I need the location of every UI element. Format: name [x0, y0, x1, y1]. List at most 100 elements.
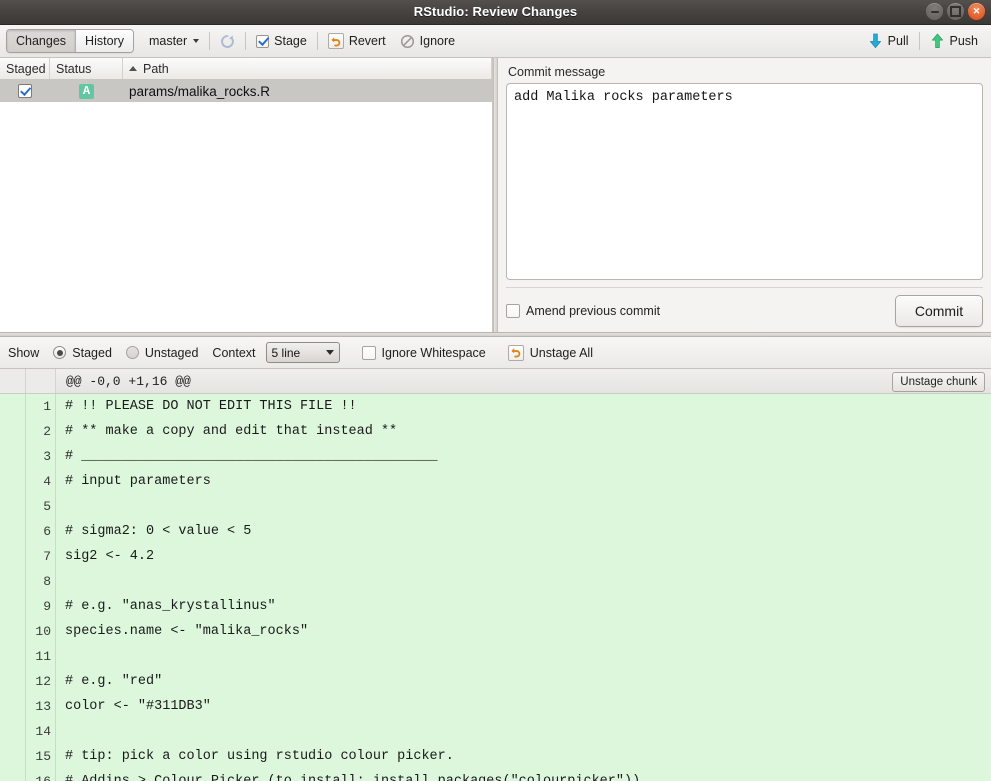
- diff-line-text: # tip: pick a color using rstudio colour…: [56, 749, 991, 764]
- row-staged-checkbox[interactable]: [18, 84, 32, 98]
- tab-history[interactable]: History: [75, 30, 133, 52]
- ignore-whitespace-option[interactable]: Ignore Whitespace: [362, 346, 486, 360]
- diff-line[interactable]: 15# tip: pick a color using rstudio colo…: [0, 744, 991, 769]
- diff-line[interactable]: 3# _____________________________________…: [0, 444, 991, 469]
- context-select-value: 5 line: [272, 346, 301, 360]
- diff-line-text: # e.g. "red": [56, 674, 991, 689]
- diff-line-marker: [0, 469, 26, 494]
- diff-line[interactable]: 14: [0, 719, 991, 744]
- revert-icon: [328, 33, 344, 49]
- minimize-button[interactable]: [926, 3, 943, 20]
- unstage-all-label: Unstage All: [530, 346, 593, 360]
- diff-line[interactable]: 13color <- "#311DB3": [0, 694, 991, 719]
- diff-line[interactable]: 6# sigma2: 0 < value < 5: [0, 519, 991, 544]
- unstage-chunk-button[interactable]: Unstage chunk: [892, 372, 985, 392]
- diff-line-marker: [0, 394, 26, 419]
- arrow-up-icon: [930, 33, 945, 49]
- diff-line[interactable]: 16# Addins > Colour Picker (to install: …: [0, 769, 991, 781]
- maximize-button[interactable]: [947, 3, 964, 20]
- close-icon: ✕: [973, 7, 981, 16]
- ignore-icon: [400, 34, 415, 49]
- ignore-button[interactable]: Ignore: [393, 29, 462, 53]
- diff-line[interactable]: 9# e.g. "anas_krystallinus": [0, 594, 991, 619]
- toolbar-divider: [245, 32, 246, 50]
- radio-staged-icon: [53, 346, 66, 359]
- diff-line[interactable]: 7sig2 <- 4.2: [0, 544, 991, 569]
- diff-line-text: species.name <- "malika_rocks": [56, 624, 991, 639]
- branch-selector[interactable]: master: [142, 29, 206, 53]
- arrow-down-icon: [868, 33, 883, 49]
- diff-line-number: 15: [26, 744, 56, 769]
- ignore-whitespace-checkbox[interactable]: [362, 346, 376, 360]
- diff-line[interactable]: 8: [0, 569, 991, 594]
- diff-line-number: 7: [26, 544, 56, 569]
- radio-staged[interactable]: Staged: [53, 346, 112, 360]
- amend-checkbox[interactable]: [506, 304, 520, 318]
- commit-panel: Commit message add Malika rocks paramete…: [498, 58, 991, 332]
- window-controls: ✕: [926, 3, 985, 20]
- diff-chunk-header: @@ -0,0 +1,16 @@ Unstage chunk: [0, 369, 991, 394]
- amend-label: Amend previous commit: [526, 304, 660, 318]
- diff-line[interactable]: 12# e.g. "red": [0, 669, 991, 694]
- status-badge: A: [79, 84, 94, 99]
- diff-line-number: 16: [26, 769, 56, 781]
- commit-message-label: Commit message: [508, 65, 983, 79]
- context-select-group: 5 line: [266, 342, 340, 363]
- diff-line-marker: [0, 494, 26, 519]
- diff-line[interactable]: 5: [0, 494, 991, 519]
- commit-message-input[interactable]: add Malika rocks parameters: [506, 83, 983, 280]
- diff-line-marker: [0, 619, 26, 644]
- stage-label: Stage: [274, 34, 307, 48]
- push-button[interactable]: Push: [923, 29, 986, 53]
- diff-line-text: # input parameters: [56, 474, 991, 489]
- diff-line[interactable]: 11: [0, 644, 991, 669]
- file-list-header: Staged Status Path: [0, 58, 492, 80]
- sort-ascending-icon: [129, 66, 137, 71]
- show-label-group: Show: [8, 346, 39, 360]
- row-staged-cell[interactable]: [0, 80, 50, 102]
- show-label: Show: [8, 346, 39, 360]
- main-toolbar: Changes History master Stage: [0, 25, 991, 58]
- diff-line-number: 3: [26, 444, 56, 469]
- diff-line[interactable]: 1# !! PLEASE DO NOT EDIT THIS FILE !!: [0, 394, 991, 419]
- diff-line-number: 13: [26, 694, 56, 719]
- tab-changes[interactable]: Changes: [7, 30, 75, 52]
- diff-line-text: # sigma2: 0 < value < 5: [56, 524, 991, 539]
- stage-button[interactable]: Stage: [249, 29, 314, 53]
- diff-lines[interactable]: 1# !! PLEASE DO NOT EDIT THIS FILE !!2# …: [0, 394, 991, 781]
- context-label: Context: [212, 346, 255, 360]
- pull-button[interactable]: Pull: [861, 29, 916, 53]
- column-header-path[interactable]: Path: [123, 58, 492, 79]
- diff-line-number: 2: [26, 419, 56, 444]
- diff-line-marker: [0, 669, 26, 694]
- diff-line-marker: [0, 419, 26, 444]
- revert-button[interactable]: Revert: [321, 29, 393, 53]
- commit-actions: Amend previous commit Commit: [506, 287, 983, 332]
- diff-line[interactable]: 10species.name <- "malika_rocks": [0, 619, 991, 644]
- toolbar-divider: [919, 32, 920, 50]
- column-header-status[interactable]: Status: [50, 58, 123, 79]
- diff-line-marker: [0, 569, 26, 594]
- diff-line-text: # e.g. "anas_krystallinus": [56, 599, 991, 614]
- diff-line-marker: [0, 444, 26, 469]
- close-button[interactable]: ✕: [968, 3, 985, 20]
- commit-button[interactable]: Commit: [895, 295, 983, 327]
- table-row[interactable]: A params/malika_rocks.R: [0, 80, 492, 102]
- amend-previous-commit-option[interactable]: Amend previous commit: [506, 304, 660, 318]
- diff-line-text: # ______________________________________…: [56, 449, 991, 464]
- diff-line-text: # !! PLEASE DO NOT EDIT THIS FILE !!: [56, 399, 991, 414]
- maximize-icon: [950, 6, 961, 17]
- diff-line[interactable]: 4# input parameters: [0, 469, 991, 494]
- diff-line[interactable]: 2# ** make a copy and edit that instead …: [0, 419, 991, 444]
- radio-staged-label: Staged: [72, 346, 112, 360]
- window-title: RStudio: Review Changes: [0, 0, 991, 24]
- row-path-cell[interactable]: params/malika_rocks.R: [123, 80, 492, 102]
- ignore-label: Ignore: [420, 34, 455, 48]
- column-header-staged[interactable]: Staged: [0, 58, 50, 79]
- radio-unstaged[interactable]: Unstaged: [126, 346, 199, 360]
- unstage-all-button[interactable]: Unstage All: [508, 345, 593, 361]
- refresh-button[interactable]: [213, 29, 242, 53]
- context-select[interactable]: 5 line: [266, 342, 340, 363]
- chunk-range-text: @@ -0,0 +1,16 @@: [56, 374, 191, 389]
- rstudio-review-changes-window: RStudio: Review Changes ✕ Changes Histor…: [0, 0, 991, 781]
